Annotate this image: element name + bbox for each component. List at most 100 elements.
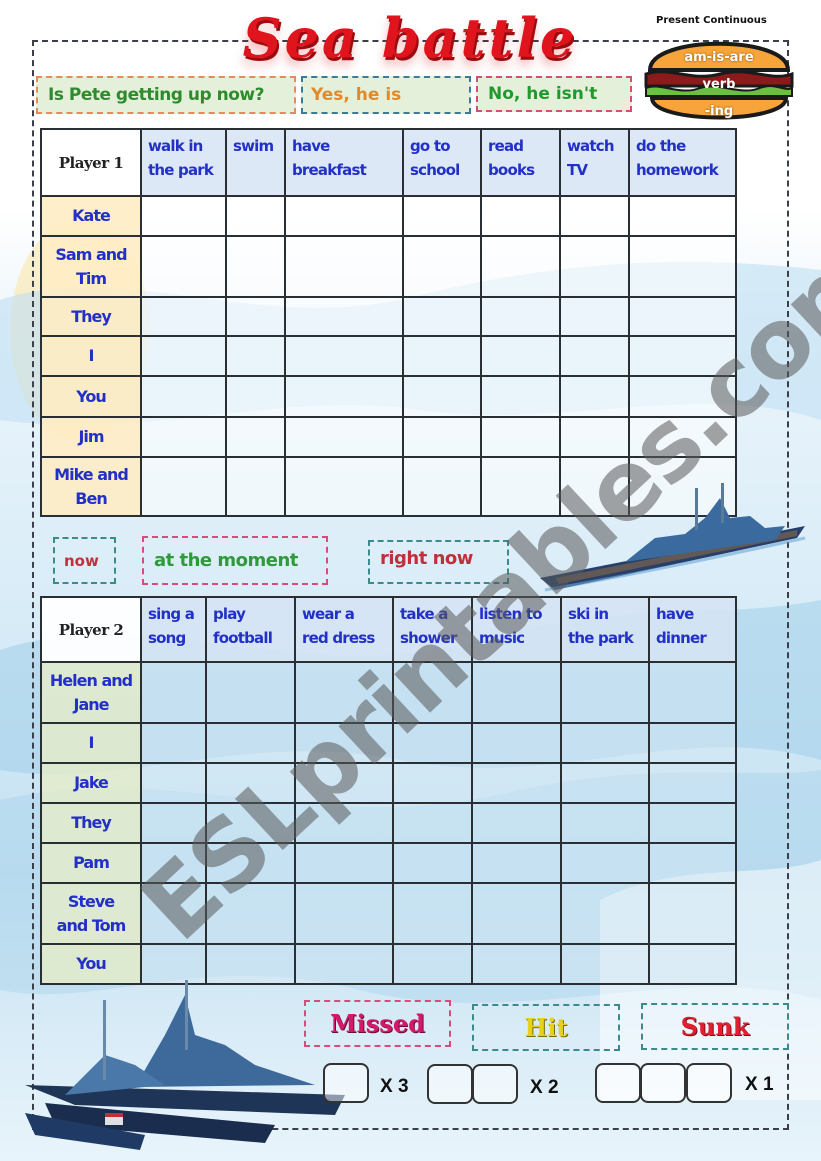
grid-cell[interactable] — [284, 456, 404, 517]
grid-cell[interactable] — [628, 296, 737, 337]
grid-cell[interactable] — [471, 882, 562, 945]
grid-cell[interactable] — [648, 882, 737, 945]
time-expression-box: now — [53, 537, 116, 584]
grid-cell[interactable] — [284, 235, 404, 298]
grid-cell[interactable] — [648, 661, 737, 724]
grid-cell[interactable] — [628, 195, 737, 237]
grid-cell[interactable] — [140, 762, 207, 804]
grid-cell[interactable] — [140, 235, 227, 298]
column-header-line: the park — [568, 629, 634, 647]
example-negative-box: No, he isn't — [476, 76, 632, 112]
grid-cell[interactable] — [560, 943, 650, 985]
grid-cell[interactable] — [392, 722, 473, 764]
grid-cell[interactable] — [284, 335, 404, 377]
grid-cell[interactable] — [140, 661, 207, 724]
grid-cell[interactable] — [560, 722, 650, 764]
grid-cell[interactable] — [392, 882, 473, 945]
grid-cell[interactable] — [559, 416, 630, 458]
grid-cell[interactable] — [471, 762, 562, 804]
grid-cell[interactable] — [480, 416, 561, 458]
grid-cell[interactable] — [140, 722, 207, 764]
grid-cell[interactable] — [402, 195, 482, 237]
grid-cell[interactable] — [225, 375, 286, 418]
grid-cell[interactable] — [471, 943, 562, 985]
grid-cell[interactable] — [284, 416, 404, 458]
grid-cell[interactable] — [205, 802, 296, 844]
grid-cell[interactable] — [294, 722, 394, 764]
grid-cell[interactable] — [225, 235, 286, 298]
grid-cell[interactable] — [284, 195, 404, 237]
grid-cell[interactable] — [480, 296, 561, 337]
grid-cell[interactable] — [559, 235, 630, 298]
grid-cell[interactable] — [294, 762, 394, 804]
grid-cell[interactable] — [480, 335, 561, 377]
grid-cell[interactable] — [392, 802, 473, 844]
grid-cell[interactable] — [284, 296, 404, 337]
grid-cell[interactable] — [628, 235, 737, 298]
grid-cell[interactable] — [140, 416, 227, 458]
grid-cell[interactable] — [225, 335, 286, 377]
grid-cell[interactable] — [284, 375, 404, 418]
grid-cell[interactable] — [559, 195, 630, 237]
grid-cell[interactable] — [402, 416, 482, 458]
grid-cell[interactable] — [225, 195, 286, 237]
grid-cell[interactable] — [480, 375, 561, 418]
grid-cell[interactable] — [294, 842, 394, 884]
grid-cell[interactable] — [628, 416, 737, 458]
grid-cell[interactable] — [402, 235, 482, 298]
column-header-action: watch TV — [559, 128, 630, 197]
grid-cell[interactable] — [205, 882, 296, 945]
grid-cell[interactable] — [140, 842, 207, 884]
grid-cell[interactable] — [225, 456, 286, 517]
row-header-subject: They — [40, 296, 142, 337]
grid-cell[interactable] — [560, 842, 650, 884]
grid-cell[interactable] — [402, 335, 482, 377]
grid-cell[interactable] — [560, 882, 650, 945]
grid-cell[interactable] — [402, 375, 482, 418]
grid-cell[interactable] — [471, 722, 562, 764]
column-header-line: sing a — [148, 605, 195, 623]
grid-cell[interactable] — [471, 802, 562, 844]
grid-cell[interactable] — [648, 842, 737, 884]
grid-cell[interactable] — [392, 762, 473, 804]
grid-cell[interactable] — [471, 842, 562, 884]
grid-cell[interactable] — [480, 235, 561, 298]
grid-cell[interactable] — [480, 195, 561, 237]
grid-cell[interactable] — [392, 661, 473, 724]
grid-cell[interactable] — [294, 802, 394, 844]
grid-cell[interactable] — [205, 842, 296, 884]
grid-cell[interactable] — [140, 802, 207, 844]
grid-cell[interactable] — [648, 722, 737, 764]
column-header-action: read books — [480, 128, 561, 197]
grid-cell[interactable] — [628, 375, 737, 418]
grid-cell[interactable] — [560, 661, 650, 724]
grid-cell[interactable] — [294, 661, 394, 724]
grid-cell[interactable] — [140, 195, 227, 237]
grid-cell[interactable] — [140, 296, 227, 337]
grid-cell[interactable] — [392, 943, 473, 985]
grid-cell[interactable] — [559, 296, 630, 337]
grid-cell[interactable] — [225, 296, 286, 337]
grid-cell[interactable] — [225, 416, 286, 458]
grid-cell[interactable] — [471, 661, 562, 724]
grid-cell[interactable] — [402, 296, 482, 337]
grid-cell[interactable] — [294, 882, 394, 945]
grid-cell[interactable] — [205, 762, 296, 804]
grid-cell[interactable] — [648, 802, 737, 844]
column-header-line: song — [148, 629, 186, 647]
grid-cell[interactable] — [140, 882, 207, 945]
grid-cell[interactable] — [628, 335, 737, 377]
grid-cell[interactable] — [402, 456, 482, 517]
grid-cell[interactable] — [205, 661, 296, 724]
grid-cell[interactable] — [205, 722, 296, 764]
grid-cell[interactable] — [140, 375, 227, 418]
grid-cell[interactable] — [559, 375, 630, 418]
grid-cell[interactable] — [140, 335, 227, 377]
grid-cell[interactable] — [648, 762, 737, 804]
grid-cell[interactable] — [559, 335, 630, 377]
grid-cell[interactable] — [392, 842, 473, 884]
grid-cell[interactable] — [648, 943, 737, 985]
grid-cell[interactable] — [140, 456, 227, 517]
grid-cell[interactable] — [560, 802, 650, 844]
grid-cell[interactable] — [560, 762, 650, 804]
